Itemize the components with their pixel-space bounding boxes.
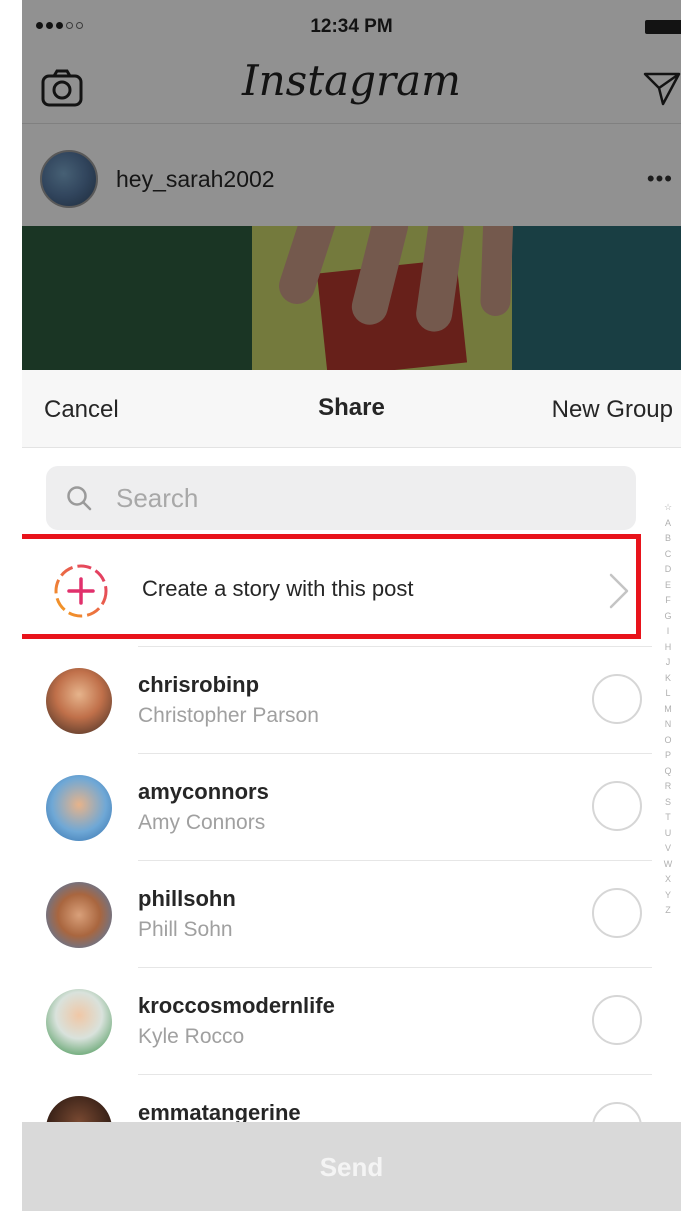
alphabet-index[interactable]: ☆ A B C D E F G I H J K L M N O P Q R S T U V W X Y Z [659, 500, 677, 919]
feed-background: 12:34 PM Instagram hey_sarah2002 ••• [22, 0, 681, 370]
user-full-name: Kyle Rocco [138, 1025, 245, 1048]
modal-dim-overlay[interactable] [22, 0, 681, 370]
alphabet-index-letter[interactable]: G [664, 609, 671, 625]
alphabet-index-letter[interactable]: T [665, 810, 671, 826]
alphabet-index-letter[interactable]: R [665, 779, 672, 795]
chevron-right-icon [609, 573, 629, 609]
user-avatar [46, 668, 112, 734]
create-story-row[interactable]: Create a story with this post [22, 534, 642, 644]
alphabet-index-letter[interactable]: B [665, 531, 671, 547]
select-recipient-checkbox[interactable] [592, 995, 642, 1045]
recipient-row[interactable]: phillsohn Phill Sohn [22, 860, 652, 967]
share-sheet: Cancel Share New Group ☆ABCDEFGIHJKLMNOP… [22, 370, 681, 1211]
send-button[interactable]: Send [22, 1122, 681, 1211]
alphabet-index-letter[interactable]: L [665, 686, 670, 702]
alphabet-index-letter[interactable]: ☆ [664, 500, 672, 516]
recipient-row[interactable]: chrisrobinp Christopher Parson [22, 646, 652, 753]
phone-screen: 12:34 PM Instagram hey_sarah2002 ••• Can… [22, 0, 681, 1211]
create-story-label: Create a story with this post [142, 576, 414, 601]
add-story-icon [54, 564, 108, 618]
new-group-button[interactable]: New Group [552, 396, 673, 424]
recipient-row[interactable]: amyconnors Amy Connors [22, 753, 652, 860]
recipient-row[interactable]: kroccosmodernlife Kyle Rocco [22, 967, 652, 1074]
alphabet-index-letter[interactable]: J [666, 655, 671, 671]
alphabet-index-letter[interactable]: Z [665, 903, 671, 919]
alphabet-index-letter[interactable]: F [665, 593, 671, 609]
alphabet-index-letter[interactable]: O [664, 733, 671, 749]
alphabet-index-letter[interactable]: V [665, 841, 671, 857]
user-avatar [46, 775, 112, 841]
alphabet-index-letter[interactable]: Q [664, 764, 671, 780]
user-handle: amyconnors [138, 779, 269, 804]
user-full-name: Amy Connors [138, 811, 266, 834]
alphabet-index-letter[interactable]: K [665, 671, 671, 687]
user-handle: phillsohn [138, 886, 236, 911]
select-recipient-checkbox[interactable] [592, 888, 642, 938]
alphabet-index-letter[interactable]: I [667, 624, 670, 640]
search-icon [67, 486, 92, 511]
user-avatar [46, 989, 112, 1055]
alphabet-index-letter[interactable]: D [665, 562, 672, 578]
search-input[interactable] [116, 478, 616, 518]
share-sheet-header: Cancel Share New Group [22, 370, 681, 448]
alphabet-index-letter[interactable]: C [665, 547, 672, 563]
alphabet-index-letter[interactable]: Y [665, 888, 671, 904]
search-bar[interactable] [46, 466, 636, 530]
user-full-name: Phill Sohn [138, 918, 233, 941]
alphabet-index-letter[interactable]: H [665, 640, 672, 656]
alphabet-index-letter[interactable]: E [665, 578, 671, 594]
recipient-list: chrisrobinp Christopher Parson amyconnor… [22, 646, 652, 1181]
alphabet-index-letter[interactable]: P [665, 748, 671, 764]
user-full-name: Christopher Parson [138, 704, 319, 727]
alphabet-index-letter[interactable]: M [664, 702, 672, 718]
alphabet-index-letter[interactable]: N [665, 717, 672, 733]
alphabet-index-letter[interactable]: U [665, 826, 672, 842]
send-label: Send [319, 1152, 384, 1182]
select-recipient-checkbox[interactable] [592, 781, 642, 831]
user-handle: chrisrobinp [138, 672, 260, 697]
alphabet-index-letter[interactable]: W [664, 857, 673, 873]
user-handle: kroccosmodernlife [138, 993, 335, 1018]
select-recipient-checkbox[interactable] [592, 674, 642, 724]
alphabet-index-letter[interactable]: X [665, 872, 671, 888]
alphabet-index-letter[interactable]: S [665, 795, 671, 811]
user-avatar [46, 882, 112, 948]
alphabet-index-letter[interactable]: A [665, 516, 671, 532]
